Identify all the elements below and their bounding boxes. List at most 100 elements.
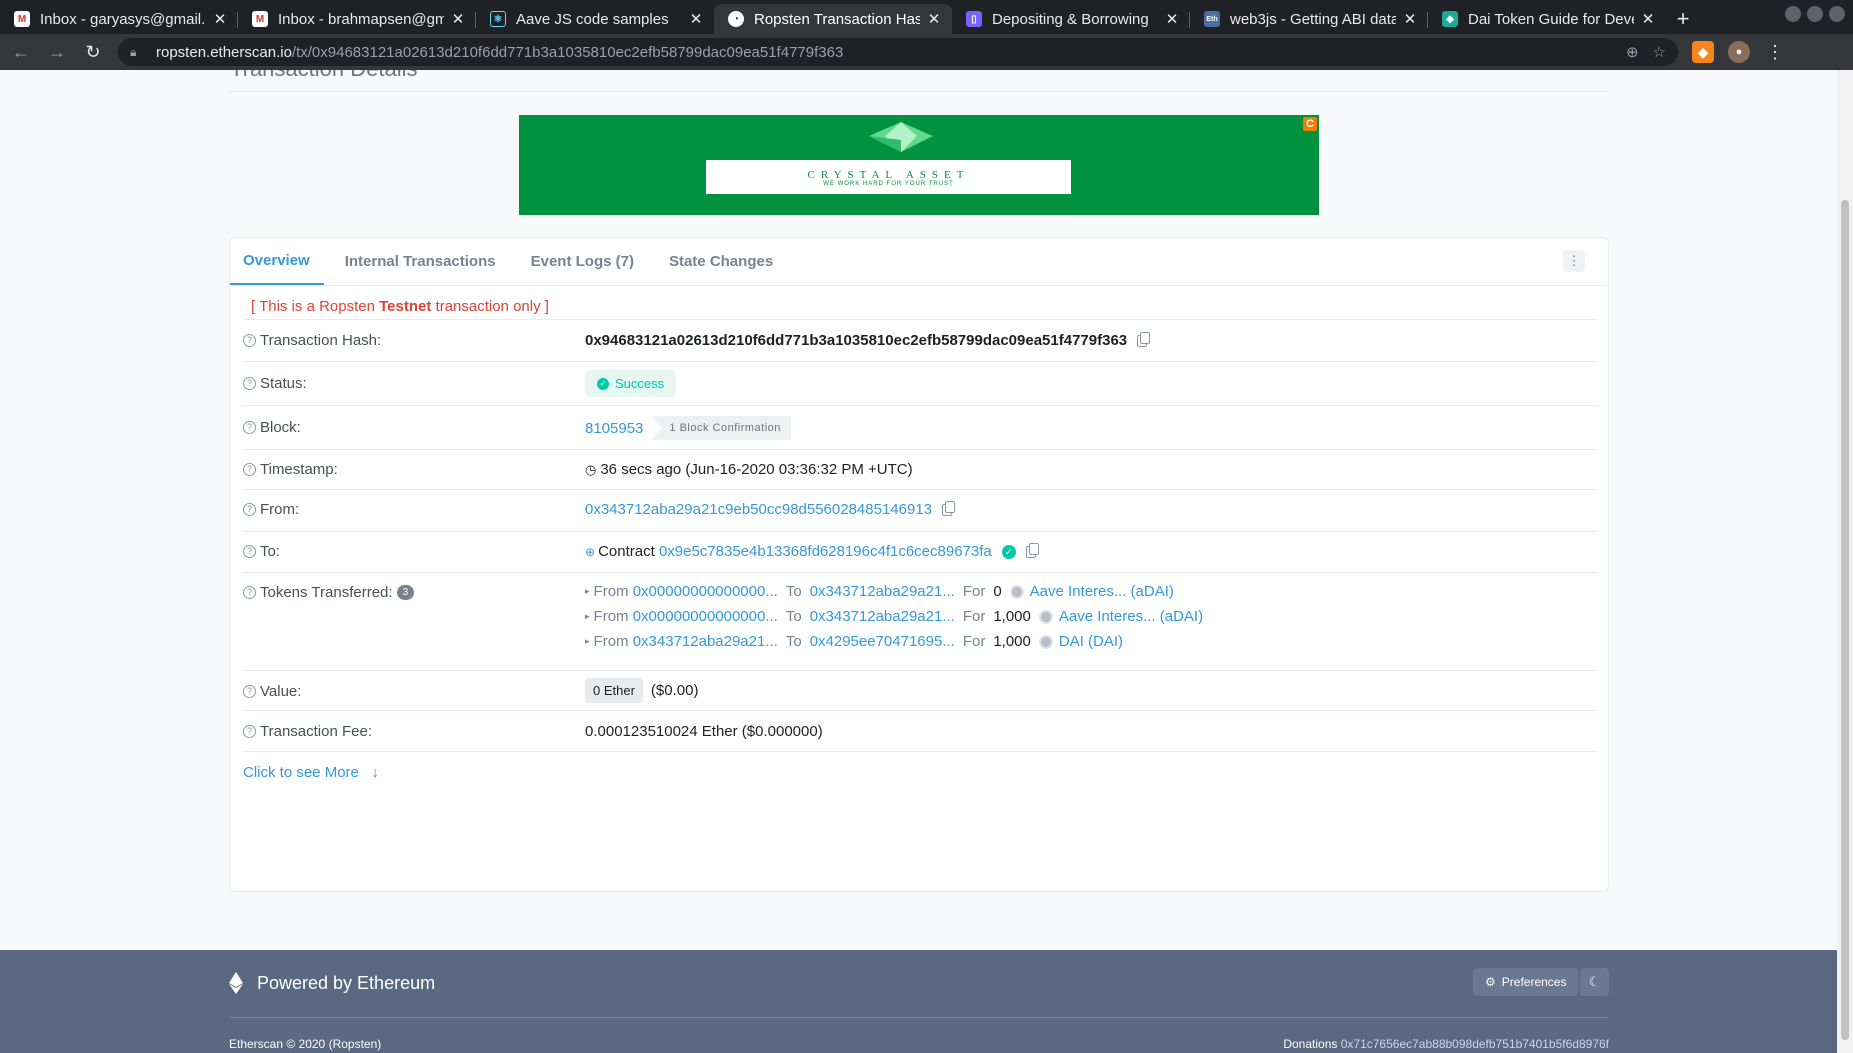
transfer-from-link[interactable]: 0x00000000000000... xyxy=(633,608,778,625)
maximize-button[interactable] xyxy=(1807,6,1823,22)
help-icon[interactable]: ? xyxy=(243,463,256,476)
divider xyxy=(229,91,1609,92)
advertisement-banner[interactable]: CRYSTAL ASSET WE WORK HARD FOR YOUR TRUS… xyxy=(519,115,1319,215)
help-icon[interactable]: ? xyxy=(243,586,256,599)
forward-arrow-icon[interactable]: → xyxy=(42,37,72,67)
donations-address-link[interactable]: 0x71c7656ec7ab88b098defb751b7401b5f6d897… xyxy=(1341,1037,1609,1051)
row-to: ? To: ⊕ Contract 0x9e5c7835e4b13368fd62819… xyxy=(243,531,1597,572)
see-more-text: Click to see More xyxy=(243,764,359,781)
browser-tab[interactable]: ⚛ Aave JS code samples ✕ xyxy=(476,4,714,34)
profile-avatar[interactable]: ● xyxy=(1728,41,1750,63)
label-text: Tokens Transferred: xyxy=(260,584,393,601)
window-controls xyxy=(1785,6,1845,22)
token-icon xyxy=(1038,634,1053,649)
copy-icon[interactable] xyxy=(942,500,956,516)
copy-icon[interactable] xyxy=(1025,542,1039,558)
from-address-link[interactable]: 0x343712aba29a21c9eb50cc98d5560284851469… xyxy=(585,501,932,518)
help-icon[interactable]: ? xyxy=(243,421,256,434)
preferences-button[interactable]: ⚙ Preferences xyxy=(1473,968,1579,996)
transfer-to-link[interactable]: 0x4295ee70471695... xyxy=(810,633,955,650)
transfer-amount: 0 xyxy=(993,583,1002,600)
see-more-link[interactable]: Click to see More ↓ xyxy=(243,764,379,781)
contract-search-icon: ⊕ xyxy=(585,544,596,559)
block-number-link[interactable]: 8105953 xyxy=(585,420,643,437)
transfer-to-link[interactable]: 0x343712aba29a21... xyxy=(810,583,955,600)
dai-icon: ◆ xyxy=(1442,11,1458,27)
browser-tab[interactable]: ▯ Depositing & Borrowing ✕ xyxy=(952,4,1190,34)
close-tab-icon[interactable]: ✕ xyxy=(1164,10,1180,28)
label-text: To: xyxy=(260,543,281,560)
row-value: 0.000123510024 Ether ($0.000000) xyxy=(585,723,823,740)
react-icon: ⚛ xyxy=(490,11,506,27)
close-tab-icon[interactable]: ✕ xyxy=(450,10,466,28)
row-value: 0 Ether ($0.00) xyxy=(585,678,698,703)
browser-tab-active[interactable]: ◔ Ropsten Transaction Has ✕ xyxy=(714,4,952,34)
zoom-icon[interactable]: ⊕ xyxy=(1626,43,1639,61)
token-transfer-row: ▸ From 0x343712aba29a21... To 0x4295ee7047… xyxy=(585,629,1203,654)
tab-state-changes[interactable]: State Changes xyxy=(656,238,787,285)
page-scrollbar[interactable] xyxy=(1837,70,1853,1053)
reload-icon[interactable]: ↻ xyxy=(78,37,108,67)
tab-internal-transactions[interactable]: Internal Transactions xyxy=(332,238,510,285)
tab-event-logs[interactable]: Event Logs (7) xyxy=(518,238,648,285)
from-word: From xyxy=(593,608,629,625)
close-window-button[interactable] xyxy=(1829,6,1845,22)
metamask-fox-icon[interactable]: ◆ xyxy=(1692,41,1714,63)
row-label: ? Status: xyxy=(243,375,307,392)
dark-mode-toggle[interactable]: ☾ xyxy=(1580,968,1609,996)
browser-menu-icon[interactable]: ⋮ xyxy=(1766,42,1784,63)
minimize-button[interactable] xyxy=(1785,6,1801,22)
ad-title: CRYSTAL ASSET xyxy=(807,169,970,181)
new-tab-button[interactable]: + xyxy=(1666,4,1700,34)
close-tab-icon[interactable]: ✕ xyxy=(688,10,704,28)
row-value: ? Value: 0 Ether ($0.00) xyxy=(243,670,1597,710)
help-icon[interactable]: ? xyxy=(243,725,256,738)
transfer-from-link[interactable]: 0x343712aba29a21... xyxy=(633,633,778,650)
address-bar[interactable]: 🔒︎ ropsten.etherscan.io/tx/0x94683121a02… xyxy=(118,38,1678,66)
url-host: ropsten.etherscan.io xyxy=(156,43,292,61)
label-text: Transaction Fee: xyxy=(260,723,372,740)
scrollbar-thumb[interactable] xyxy=(1841,200,1849,1040)
notice-suffix: transaction only ] xyxy=(431,298,549,315)
more-options-icon[interactable]: ⋮ xyxy=(1563,250,1585,272)
row-label: ? To: xyxy=(243,543,280,560)
help-icon[interactable]: ? xyxy=(243,334,256,347)
back-arrow-icon[interactable]: ← xyxy=(6,37,36,67)
help-icon[interactable]: ? xyxy=(243,503,256,516)
browser-tab[interactable]: Eth web3js - Getting ABI data ✕ xyxy=(1190,4,1428,34)
close-tab-icon[interactable]: ✕ xyxy=(212,10,228,28)
ethereum-se-icon: Eth xyxy=(1204,11,1220,27)
powered-text: Powered by Ethereum xyxy=(257,972,436,993)
row-transaction-fee: ? Transaction Fee: 0.000123510024 Ether (… xyxy=(243,710,1597,751)
token-link[interactable]: DAI (DAI) xyxy=(1059,633,1123,650)
transfer-from-link[interactable]: 0x00000000000000... xyxy=(633,583,778,600)
tab-overview[interactable]: Overview xyxy=(230,238,324,285)
help-icon[interactable]: ? xyxy=(243,545,256,558)
to-address-link[interactable]: 0x9e5c7835e4b13368fd628196c4f1c6cec89673… xyxy=(659,543,992,560)
divider xyxy=(229,1017,1609,1018)
token-link[interactable]: Aave Interes... (aDAI) xyxy=(1030,583,1174,600)
clock-icon: ◷ xyxy=(585,461,597,477)
transfer-to-link[interactable]: 0x343712aba29a21... xyxy=(810,608,955,625)
close-tab-icon[interactable]: ✕ xyxy=(1402,10,1418,28)
browser-tab[interactable]: ◆ Dai Token Guide for Devel ✕ xyxy=(1428,4,1666,34)
bookmark-star-icon[interactable]: ☆ xyxy=(1653,43,1666,61)
to-word: To xyxy=(785,608,802,625)
to-word: To xyxy=(785,633,802,650)
ad-choices-icon[interactable]: C xyxy=(1303,117,1317,131)
preferences-label: Preferences xyxy=(1501,975,1567,989)
token-link[interactable]: Aave Interes... (aDAI) xyxy=(1059,608,1203,625)
value-usd: ($0.00) xyxy=(650,682,699,699)
browser-tab[interactable]: M Inbox - brahmapsen@gm ✕ xyxy=(238,4,476,34)
row-label: ? Timestamp: xyxy=(243,461,338,478)
divider xyxy=(243,751,1597,752)
help-icon[interactable]: ? xyxy=(243,377,256,390)
close-tab-icon[interactable]: ✕ xyxy=(926,10,942,28)
gitbook-icon: ▯ xyxy=(966,11,982,27)
copy-icon[interactable] xyxy=(1137,331,1151,347)
transaction-hash: 0x94683121a02613d210f6dd771b3a1035810ec2… xyxy=(585,332,1128,349)
moon-icon: ☾ xyxy=(1588,974,1601,989)
close-tab-icon[interactable]: ✕ xyxy=(1640,10,1656,28)
browser-tab[interactable]: M Inbox - garyasys@gmail.c ✕ xyxy=(0,4,238,34)
help-icon[interactable]: ? xyxy=(243,685,256,698)
